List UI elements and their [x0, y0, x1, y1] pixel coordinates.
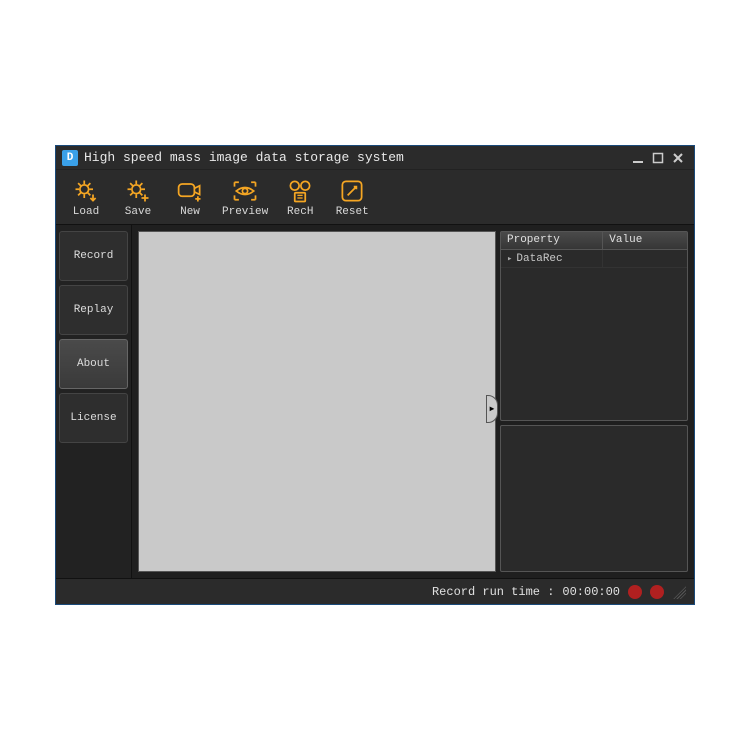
main-body: Record Replay About License ▸	[56, 224, 694, 578]
record-indicator-2[interactable]	[650, 585, 664, 599]
detail-panel	[500, 425, 688, 572]
chevron-right-icon: ▸	[488, 401, 495, 416]
maximize-button[interactable]	[648, 150, 668, 166]
reset-label: Reset	[336, 206, 369, 218]
save-button[interactable]: Save	[118, 176, 158, 218]
gear-plus-icon	[124, 176, 152, 206]
property-value	[603, 250, 687, 267]
app-window: D High speed mass image data storage sys…	[55, 145, 695, 605]
tab-record[interactable]: Record	[59, 231, 128, 281]
property-name: DataRec	[516, 253, 562, 265]
right-panel: Property Value ▸ DataRec	[500, 231, 688, 572]
canvas-wrap: ▸	[138, 231, 496, 572]
sidebar: Record Replay About License	[56, 225, 132, 578]
runtime-label: Record run time :	[432, 585, 554, 599]
load-button[interactable]: Load	[66, 176, 106, 218]
new-label: New	[180, 206, 200, 218]
column-property: Property	[501, 232, 603, 249]
reset-icon	[338, 176, 366, 206]
preview-button[interactable]: Preview	[222, 176, 268, 218]
preview-label: Preview	[222, 206, 268, 218]
tab-label: About	[77, 358, 110, 370]
titlebar: D High speed mass image data storage sys…	[56, 146, 694, 170]
toolbar: Load Save	[56, 170, 694, 224]
app-icon: D	[62, 150, 78, 166]
tab-about[interactable]: About	[59, 339, 128, 389]
property-grid[interactable]: Property Value ▸ DataRec	[500, 231, 688, 421]
tab-label: Replay	[74, 304, 114, 316]
camera-plus-icon	[176, 176, 204, 206]
close-button[interactable]	[668, 150, 688, 166]
new-button[interactable]: New	[170, 176, 210, 218]
minimize-button[interactable]	[628, 150, 648, 166]
statusbar: Record run time : 00:00:00	[56, 578, 694, 604]
gear-down-icon	[72, 176, 100, 206]
reset-button[interactable]: Reset	[332, 176, 372, 218]
window-title: High speed mass image data storage syste…	[84, 150, 628, 165]
rech-button[interactable]: RecH	[280, 176, 320, 218]
tab-replay[interactable]: Replay	[59, 285, 128, 335]
tree-expand-icon[interactable]: ▸	[507, 254, 512, 264]
property-row[interactable]: ▸ DataRec	[501, 250, 687, 268]
tab-label: License	[70, 412, 116, 424]
tab-label: Record	[74, 250, 114, 262]
property-grid-header: Property Value	[501, 232, 687, 250]
rech-label: RecH	[287, 206, 313, 218]
load-label: Load	[73, 206, 99, 218]
resize-grip[interactable]	[672, 585, 686, 599]
tab-license[interactable]: License	[59, 393, 128, 443]
record-indicator-1[interactable]	[628, 585, 642, 599]
eye-icon	[231, 176, 259, 206]
main-area: ▸ Property Value ▸ DataRec	[132, 225, 694, 578]
preview-canvas[interactable]	[138, 231, 496, 572]
panel-expander[interactable]: ▸	[486, 395, 498, 423]
runtime-value: 00:00:00	[562, 585, 620, 599]
column-value: Value	[603, 232, 687, 249]
record-hdd-icon	[286, 176, 314, 206]
save-label: Save	[125, 206, 151, 218]
